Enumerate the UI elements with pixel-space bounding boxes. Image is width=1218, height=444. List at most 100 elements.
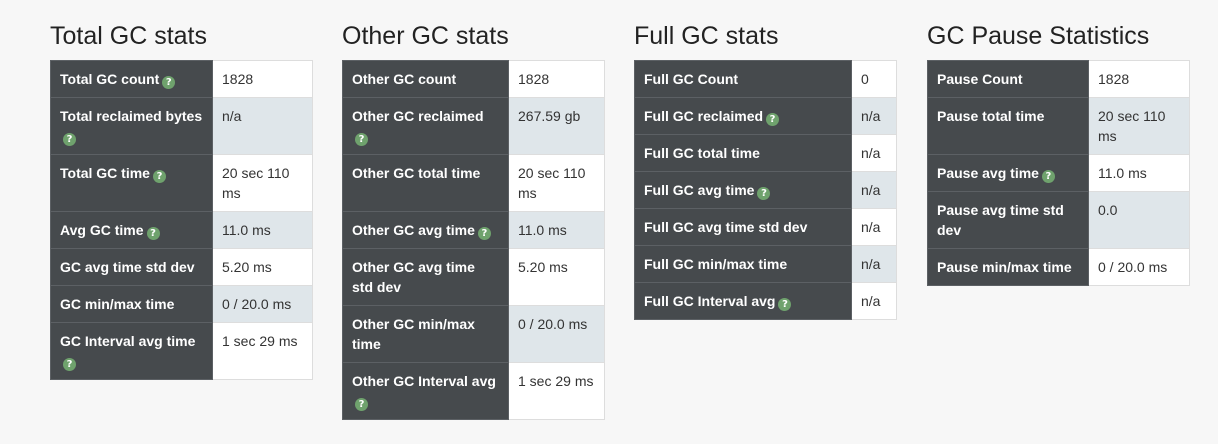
other-gc-stats-panel: Other GC stats Other GC count 1828 Other… bbox=[342, 20, 605, 420]
table-row: Avg GC time? 11.0 ms bbox=[50, 211, 313, 249]
panel-title: GC Pause Statistics bbox=[927, 22, 1150, 50]
help-icon[interactable]: ? bbox=[355, 398, 368, 411]
stat-value: 5.20 ms bbox=[212, 248, 313, 286]
stat-value: 267.59 gb bbox=[508, 97, 605, 155]
stat-label: Full GC avg time std dev bbox=[644, 219, 808, 235]
stat-label: GC avg time std dev bbox=[60, 259, 195, 275]
table-row: Other GC Interval avg? 1 sec 29 ms bbox=[342, 362, 605, 420]
stat-label-cell: Other GC reclaimed? bbox=[342, 97, 509, 155]
stat-label: Pause Count bbox=[937, 71, 1023, 87]
stat-label-cell: Total GC count? bbox=[50, 60, 213, 98]
stat-value: n/a bbox=[851, 245, 897, 283]
table-row: Full GC Count 0 bbox=[634, 60, 897, 98]
stat-label: Avg GC time bbox=[60, 222, 144, 238]
stat-label: Other GC count bbox=[352, 71, 457, 87]
stat-label: Total reclaimed bytes bbox=[60, 108, 203, 124]
stat-label-cell: Full GC Count bbox=[634, 60, 852, 98]
stat-value: 0 / 20.0 ms bbox=[508, 305, 605, 363]
gc-pause-statistics-panel: GC Pause Statistics Pause Count 1828 Pau… bbox=[927, 20, 1190, 286]
stat-label-cell: GC min/max time bbox=[50, 285, 213, 323]
help-icon[interactable]: ? bbox=[477, 227, 491, 240]
help-icon[interactable]: ? bbox=[757, 187, 771, 200]
stat-value: 20 sec 110 ms bbox=[1088, 97, 1190, 155]
stat-label-cell: Pause avg time? bbox=[927, 154, 1089, 192]
stat-label: Other GC Interval avg bbox=[352, 373, 496, 389]
stat-label: Full GC Count bbox=[644, 71, 739, 87]
table-row: GC min/max time 0 / 20.0 ms bbox=[50, 285, 313, 323]
stat-label: Full GC min/max time bbox=[644, 256, 788, 272]
stat-label-cell: Full GC min/max time bbox=[634, 245, 852, 283]
help-icon[interactable]: ? bbox=[146, 227, 160, 240]
table-row: Pause Count 1828 bbox=[927, 60, 1190, 98]
stat-label-cell: Full GC total time bbox=[634, 134, 852, 172]
stat-value: n/a bbox=[212, 97, 313, 155]
table-row: Other GC reclaimed? 267.59 gb bbox=[342, 97, 605, 155]
stat-label: Pause avg time std dev bbox=[937, 202, 1064, 238]
stat-label-cell: GC Interval avg time? bbox=[50, 322, 213, 380]
table-row: Other GC min/max time 0 / 20.0 ms bbox=[342, 305, 605, 363]
table-row: Total GC time? 20 sec 110 ms bbox=[50, 154, 313, 212]
stat-label-cell: Full GC Interval avg? bbox=[634, 282, 852, 320]
stat-label-cell: Full GC reclaimed? bbox=[634, 97, 852, 135]
stats-table: Total GC count? 1828 Total reclaimed byt… bbox=[50, 60, 313, 380]
stat-value: n/a bbox=[851, 97, 897, 135]
table-row: Full GC avg time std dev n/a bbox=[634, 208, 897, 246]
stat-value: n/a bbox=[851, 171, 897, 209]
help-icon[interactable]: ? bbox=[355, 133, 368, 146]
table-row: Other GC count 1828 bbox=[342, 60, 605, 98]
panel-title: Total GC stats bbox=[50, 22, 207, 50]
help-icon[interactable]: ? bbox=[63, 133, 76, 146]
table-row: Full GC reclaimed? n/a bbox=[634, 97, 897, 135]
stat-label-cell: Pause total time bbox=[927, 97, 1089, 155]
stat-label: Other GC avg time std dev bbox=[352, 259, 475, 295]
stat-label-cell: Other GC Interval avg? bbox=[342, 362, 509, 420]
stat-value: n/a bbox=[851, 134, 897, 172]
table-row: Total GC count? 1828 bbox=[50, 60, 313, 98]
stat-label: Full GC Interval avg bbox=[644, 293, 776, 309]
table-row: Other GC avg time? 11.0 ms bbox=[342, 211, 605, 249]
stat-label: Other GC total time bbox=[352, 165, 481, 181]
stat-value: 1 sec 29 ms bbox=[212, 322, 313, 380]
stat-label: GC Interval avg time bbox=[60, 333, 196, 349]
table-row: Total reclaimed bytes? n/a bbox=[50, 97, 313, 155]
stat-label: Full GC reclaimed bbox=[644, 108, 764, 124]
table-row: Full GC Interval avg? n/a bbox=[634, 282, 897, 320]
table-row: Pause avg time std dev 0.0 bbox=[927, 191, 1190, 249]
stat-label-cell: Pause min/max time bbox=[927, 248, 1089, 286]
stat-label: GC min/max time bbox=[60, 296, 175, 312]
stat-value: 0.0 bbox=[1088, 191, 1190, 249]
stat-value: 11.0 ms bbox=[1088, 154, 1190, 192]
help-icon[interactable]: ? bbox=[63, 358, 76, 371]
stat-label-cell: Other GC avg time? bbox=[342, 211, 509, 249]
stat-label: Pause total time bbox=[937, 108, 1045, 124]
full-gc-stats-panel: Full GC stats Full GC Count 0 Full GC re… bbox=[634, 20, 897, 320]
stat-label-cell: Full GC avg time std dev bbox=[634, 208, 852, 246]
stat-value: 5.20 ms bbox=[508, 248, 605, 306]
stat-label-cell: Pause Count bbox=[927, 60, 1089, 98]
stat-label-cell: Other GC avg time std dev bbox=[342, 248, 509, 306]
table-row: Full GC avg time? n/a bbox=[634, 171, 897, 209]
stat-label-cell: GC avg time std dev bbox=[50, 248, 213, 286]
stat-value: n/a bbox=[851, 208, 897, 246]
table-row: Pause avg time? 11.0 ms bbox=[927, 154, 1190, 192]
stats-table: Full GC Count 0 Full GC reclaimed? n/a F… bbox=[634, 60, 897, 320]
stat-label: Total GC time bbox=[60, 165, 150, 181]
help-icon[interactable]: ? bbox=[766, 113, 780, 126]
stat-label-cell: Avg GC time? bbox=[50, 211, 213, 249]
help-icon[interactable]: ? bbox=[1041, 170, 1055, 183]
table-row: Pause total time 20 sec 110 ms bbox=[927, 97, 1190, 155]
panel-title: Full GC stats bbox=[634, 22, 779, 50]
stat-label: Total GC count bbox=[60, 71, 160, 87]
table-row: Full GC total time n/a bbox=[634, 134, 897, 172]
help-icon[interactable]: ? bbox=[778, 298, 792, 311]
help-icon[interactable]: ? bbox=[152, 170, 166, 183]
stat-label-cell: Total GC time? bbox=[50, 154, 213, 212]
help-icon[interactable]: ? bbox=[162, 76, 176, 89]
stat-value: 11.0 ms bbox=[212, 211, 313, 249]
stat-label: Other GC min/max time bbox=[352, 316, 475, 352]
stats-table: Pause Count 1828 Pause total time 20 sec… bbox=[927, 60, 1190, 286]
stat-label: Other GC avg time bbox=[352, 222, 475, 238]
stat-value: 0 / 20.0 ms bbox=[1088, 248, 1190, 286]
stat-value: 11.0 ms bbox=[508, 211, 605, 249]
stat-value: n/a bbox=[851, 282, 897, 320]
